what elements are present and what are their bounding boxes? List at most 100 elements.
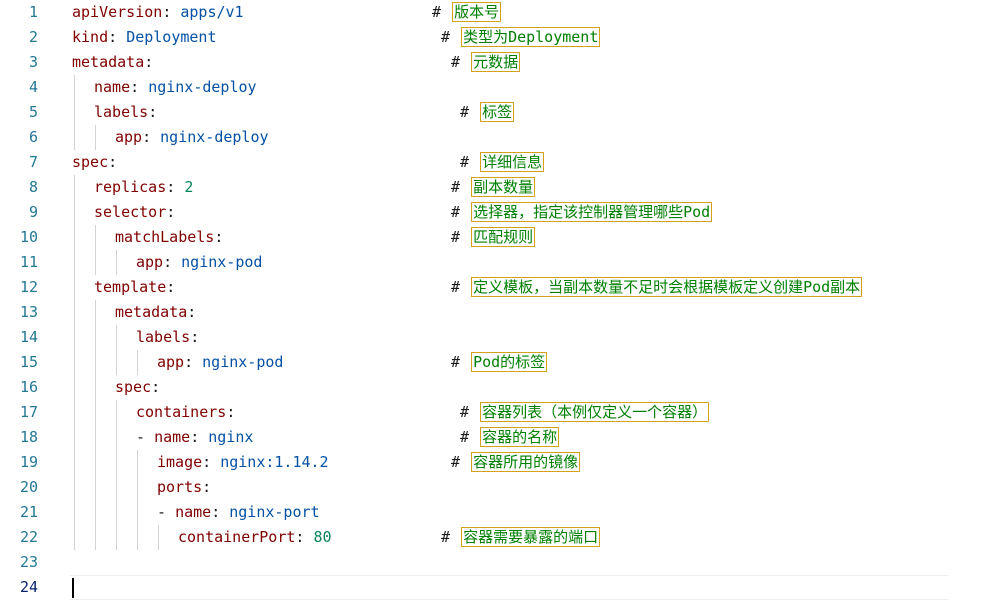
yaml-key: metadata: [115, 303, 188, 321]
yaml-key: spec: [115, 378, 152, 396]
code-line[interactable]: 20 ports:: [0, 475, 1008, 500]
comment: # 定义模板，当副本数量不足时会根据模板定义创建Pod副本: [451, 275, 863, 300]
code-line[interactable]: 11 app: nginx-pod: [0, 250, 1008, 275]
comment: # 容器所用的镜像: [451, 450, 581, 475]
code-text: containerPort: 80: [178, 525, 332, 550]
code-line[interactable]: 10 matchLabels: # 匹配规则: [0, 225, 1008, 250]
indent-guide: [116, 500, 117, 525]
comment-marker: #: [451, 228, 470, 246]
colon: :: [214, 228, 224, 246]
code-line[interactable]: 12 template: # 定义模板，当副本数量不足时会根据模板定义创建Pod…: [0, 275, 1008, 300]
colon: :: [166, 178, 176, 196]
colon: :: [144, 53, 154, 71]
line-number: 21: [19, 503, 38, 521]
colon: :: [190, 328, 200, 346]
code-line[interactable]: 19 image: nginx:1.14.2 # 容器所用的镜像: [0, 450, 1008, 475]
colon: :: [163, 253, 173, 271]
code-line[interactable]: 6 app: nginx-deploy: [0, 125, 1008, 150]
yaml-key: labels: [136, 328, 191, 346]
indent-guide: [95, 350, 96, 375]
indent-guide: [116, 475, 117, 500]
code-text: app: nginx-pod: [157, 350, 283, 375]
code-line[interactable]: 8 replicas: 2 # 副本数量: [0, 175, 1008, 200]
line-number: 7: [28, 153, 38, 171]
comment-text: 选择器，指定该控制器管理哪些Pod: [471, 202, 713, 222]
comment-marker: #: [451, 53, 470, 71]
code-line[interactable]: 13 metadata:: [0, 300, 1008, 325]
line-number: 5: [28, 103, 38, 121]
indent-guide: [137, 450, 138, 475]
indent-guide: [74, 100, 75, 125]
indent-guide: [74, 525, 75, 550]
code-line[interactable]: 23: [0, 550, 1008, 575]
yaml-key: name: [94, 78, 131, 96]
code-line[interactable]: 22 containerPort: 80 # 容器需要暴露的端口: [0, 525, 1008, 550]
code-line[interactable]: 15 app: nginx-pod # Pod的标签: [0, 350, 1008, 375]
comment-marker: #: [441, 528, 460, 546]
line-number: 4: [28, 78, 38, 96]
comment: # 标签: [460, 100, 515, 125]
comment-marker: #: [460, 403, 479, 421]
yaml-key: containers: [136, 403, 227, 421]
code-line[interactable]: 1 apiVersion: apps/v1 # 版本号: [0, 0, 1008, 25]
code-line[interactable]: 18 - name: nginx # 容器的名称: [0, 425, 1008, 450]
indent-guide: [95, 375, 96, 400]
comment: # 选择器，指定该控制器管理哪些Pod: [451, 200, 713, 225]
comment: # 容器需要暴露的端口: [441, 525, 601, 550]
code-text: app: nginx-deploy: [115, 125, 269, 150]
code-line[interactable]: 16 spec:: [0, 375, 1008, 400]
code-editor[interactable]: 1 apiVersion: apps/v1 # 版本号 2 kind: Depl…: [0, 0, 1008, 614]
yaml-key: app: [115, 128, 143, 146]
comment-text: Pod的标签: [471, 352, 548, 372]
code-text: spec:: [115, 375, 160, 400]
comment: # 匹配规则: [451, 225, 536, 250]
indent-guide: [74, 500, 75, 525]
current-line[interactable]: 24: [0, 575, 1008, 600]
yaml-key: matchLabels: [115, 228, 215, 246]
code-text: metadata:: [115, 300, 196, 325]
code-text: apiVersion: apps/v1: [72, 0, 244, 25]
indent-guide: [74, 350, 75, 375]
code-line[interactable]: 3 metadata: # 元数据: [0, 50, 1008, 75]
code-line[interactable]: 4 name: nginx-deploy: [0, 75, 1008, 100]
indent-guide: [116, 525, 117, 550]
comment-text: 容器列表（本例仅定义一个容器）: [480, 402, 710, 422]
code-line[interactable]: 7 spec: # 详细信息: [0, 150, 1008, 175]
indent-guide: [74, 250, 75, 275]
colon: :: [148, 103, 158, 121]
code-line[interactable]: 5 labels: # 标签: [0, 100, 1008, 125]
code-line[interactable]: 17 containers: # 容器列表（本例仅定义一个容器）: [0, 400, 1008, 425]
comment-text: 容器所用的镜像: [471, 452, 581, 472]
line-number: 20: [19, 478, 38, 496]
code-text: spec:: [72, 150, 117, 175]
yaml-key: kind: [72, 28, 109, 46]
yaml-value: nginx: [208, 428, 254, 446]
indent-guide: [74, 225, 75, 250]
indent-guide: [116, 400, 117, 425]
code-text: image: nginx:1.14.2: [157, 450, 329, 475]
line-number: 23: [19, 553, 38, 571]
yaml-key: name: [175, 503, 212, 521]
line-number: 17: [19, 403, 38, 421]
indent-guide: [74, 125, 75, 150]
code-line[interactable]: 9 selector: # 选择器，指定该控制器管理哪些Pod: [0, 200, 1008, 225]
comment-text: 类型为Deployment: [461, 27, 601, 47]
code-line[interactable]: 2 kind: Deployment # 类型为Deployment: [0, 25, 1008, 50]
indent-guide: [95, 325, 96, 350]
indent-guide: [95, 225, 96, 250]
code-line[interactable]: 14 labels:: [0, 325, 1008, 350]
line-number: 1: [28, 3, 38, 21]
indent-guide: [116, 325, 117, 350]
yaml-key: labels: [94, 103, 149, 121]
code-line[interactable]: 21 - name: nginx-port: [0, 500, 1008, 525]
indent-guide: [74, 425, 75, 450]
line-number: 18: [19, 428, 38, 446]
line-number: 3: [28, 53, 38, 71]
yaml-key: app: [136, 253, 164, 271]
